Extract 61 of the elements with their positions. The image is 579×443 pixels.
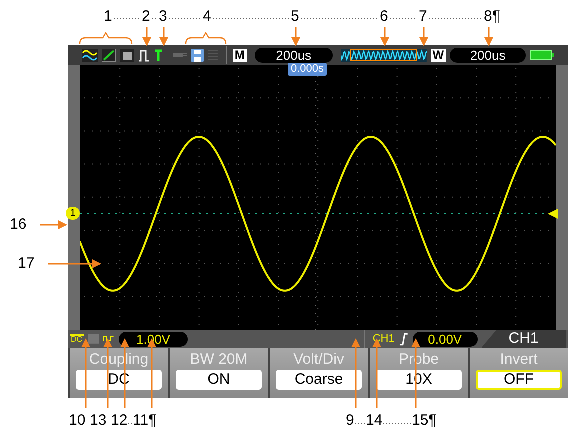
coupling-mark: DC [70, 334, 84, 344]
channel-marker: 1 [66, 207, 80, 220]
leader-line [114, 18, 140, 20]
callout-number: 15¶ [412, 412, 437, 429]
diagonal-line-icon [102, 48, 116, 62]
leader-line [390, 18, 418, 20]
callout-arrow [160, 27, 168, 46]
callout-arrow [292, 27, 300, 46]
trigger-level-readout: 0.00V [412, 332, 478, 346]
callout-arrow [420, 27, 428, 46]
trigger-position-label: 0.000s [288, 63, 328, 76]
battery-icon [530, 50, 554, 60]
waveform-icon [82, 48, 98, 62]
callout-number: 1 [104, 8, 112, 25]
list-icon [208, 48, 218, 62]
menu-label: Invert [500, 350, 538, 370]
timebase-readout: 200us [254, 48, 333, 62]
menu-title: CH1 [482, 330, 566, 348]
callout-number: 16 [10, 216, 27, 233]
callout-arrow [82, 338, 90, 408]
window-label: W [430, 48, 446, 62]
callout-number: 11¶ [133, 412, 157, 429]
menu-label: BW 20M [190, 350, 248, 370]
callout-arrow [40, 220, 68, 230]
trigger-level-marker [548, 209, 558, 219]
callout-arrow [352, 338, 360, 408]
menu-value-button[interactable]: ON [176, 370, 262, 390]
menu-value-button[interactable]: Coarse [276, 370, 362, 390]
callout-number: 12 [111, 412, 128, 429]
callout-number: 7 [419, 8, 428, 25]
window-timebase-readout: 200us [450, 48, 526, 62]
menu-value-button[interactable]: OFF [476, 370, 562, 390]
callout-number: 6 [380, 8, 388, 25]
callout-arrow [48, 260, 102, 268]
leader-line [428, 18, 482, 20]
rising-edge-icon [398, 332, 409, 346]
trigger-source-label: CH1 [372, 332, 395, 347]
callout-number: 13 [90, 412, 107, 429]
callout-number: 9 [346, 412, 354, 429]
trigger-t-icon [154, 48, 163, 62]
callout-number: 3 [159, 8, 168, 25]
plug-icon [172, 51, 187, 59]
callout-number: 17 [18, 255, 35, 272]
menu-label: Volt/Div [294, 350, 344, 370]
callout-brace [185, 32, 227, 44]
callout-number: 2 [142, 8, 150, 25]
callout-arrow [380, 27, 390, 46]
callout-number: 8¶ [484, 8, 500, 25]
memory-label: M [232, 48, 247, 62]
pulse-icon [138, 48, 150, 62]
shaded-square-icon [120, 48, 134, 62]
callout-brace [79, 32, 133, 44]
callout-number: 14 [366, 412, 383, 429]
callout-arrow [142, 27, 152, 46]
callout-number: 10 [69, 412, 86, 429]
ground-icon [88, 334, 100, 344]
callout-number: 4 [203, 8, 212, 25]
leader-line [168, 18, 202, 20]
ac-wave-icon [103, 334, 116, 344]
callout-arrow [484, 27, 494, 46]
callout-number: 5 [291, 8, 300, 25]
